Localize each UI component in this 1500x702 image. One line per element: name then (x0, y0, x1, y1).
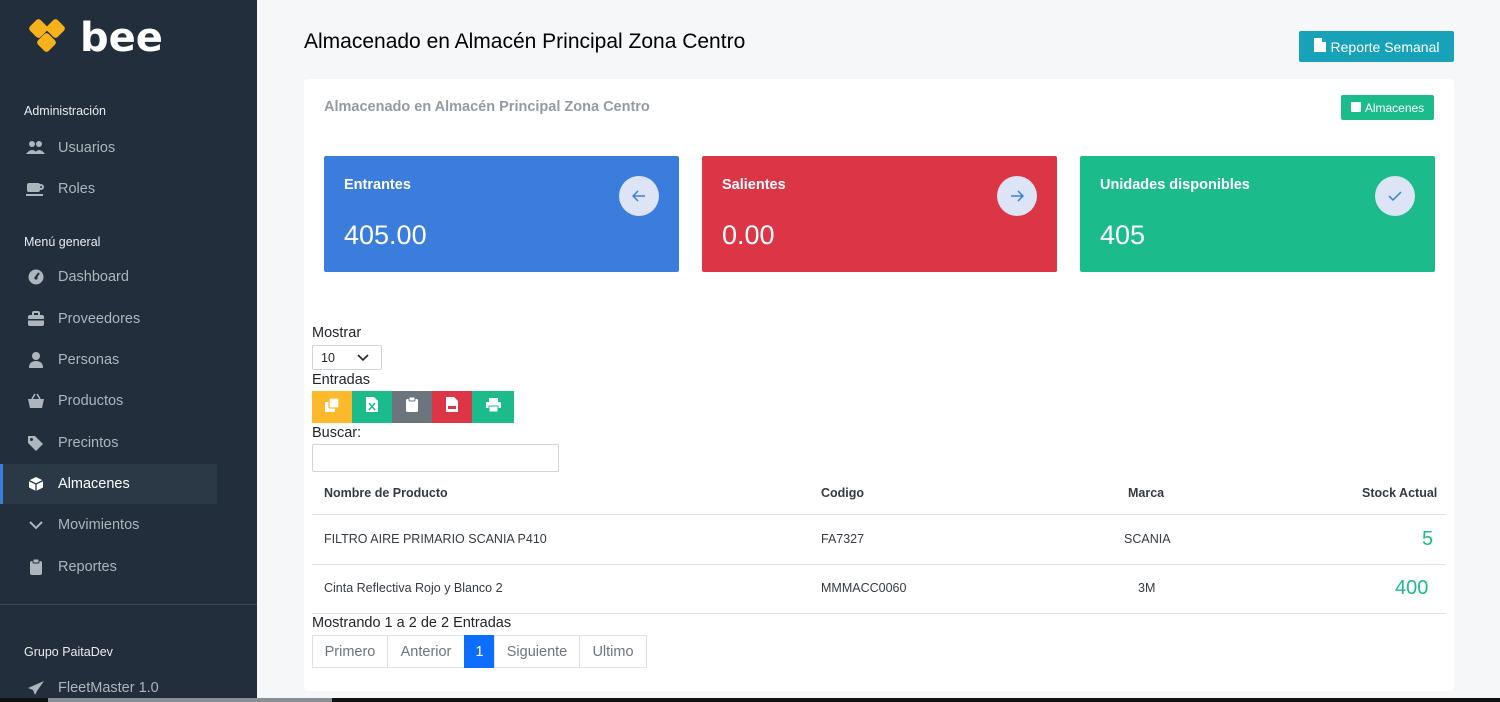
sidebar-item-movimientos[interactable]: Movimientos (0, 505, 257, 545)
chevron-down-icon (357, 351, 369, 365)
pdf-icon (446, 397, 458, 417)
sidebar: bee Administración Usuarios Roles Menú g… (0, 0, 257, 702)
bee-logo-icon (27, 17, 68, 58)
print-button[interactable] (472, 391, 514, 423)
sidebar-item-reportes[interactable]: Reportes (0, 547, 257, 587)
sidebar-item-label: Movimientos (58, 517, 140, 533)
page-size-select[interactable]: 10 (312, 345, 382, 370)
sidebar-item-proveedores[interactable]: Proveedores (0, 299, 257, 339)
page-title: Almacenado en Almacén Principal Zona Cen… (304, 30, 746, 53)
table-cell-codigo: FA7327 (821, 532, 865, 546)
sidebar-item-label: Dashboard (58, 269, 129, 285)
sidebar-item-label: Productos (58, 393, 124, 409)
pagination-previous[interactable]: Anterior (387, 635, 465, 668)
table-row-divider (312, 613, 1446, 614)
coffee-icon (26, 180, 46, 198)
column-header-codigo[interactable]: Codigo (821, 486, 864, 500)
stat-salientes: Salientes 0.00 (702, 156, 1057, 272)
stat-entrantes: Entrantes 405.00 (324, 156, 679, 272)
clipboard-button[interactable] (392, 391, 432, 423)
sidebar-header-grupo: Grupo PaitaDev (24, 645, 113, 659)
search-label: Buscar: (312, 425, 362, 441)
sidebar-item-label: Personas (58, 352, 120, 368)
pagination-page-1[interactable]: 1 (464, 635, 495, 668)
sidebar-item-label: Almacenes (58, 476, 130, 492)
table-info: Mostrando 1 a 2 de 2 Entradas (312, 615, 512, 631)
arrow-left-icon (619, 176, 659, 216)
stat-unidades-disponibles: Unidades disponibles 405 (1080, 156, 1435, 272)
table-cell-nombre: Cinta Reflectiva Rojo y Blanco 2 (324, 581, 503, 595)
file-pdf-icon (1313, 38, 1326, 55)
sidebar-item-label: Usuarios (58, 140, 116, 156)
sidebar-divider (0, 604, 257, 605)
tags-icon (26, 434, 46, 452)
card-title: Almacenado en Almacén Principal Zona Cen… (324, 99, 650, 115)
clipboard-icon (26, 558, 46, 576)
arrow-right-icon (997, 176, 1037, 216)
users-icon (26, 139, 46, 157)
sidebar-item-label: Proveedores (58, 311, 141, 327)
paper-plane-icon (26, 679, 46, 697)
export-button-group (312, 391, 514, 423)
pagination-first[interactable]: Primero (312, 635, 388, 668)
sidebar-item-usuarios[interactable]: Usuarios (0, 128, 257, 168)
sidebar-header-administracion: Administración (24, 104, 106, 118)
sidebar-item-roles[interactable]: Roles (0, 169, 257, 209)
entries-label: Entradas (312, 372, 371, 388)
sidebar-item-label: Roles (58, 181, 96, 197)
brand-logo[interactable]: bee (27, 15, 163, 61)
table-cell-marca: SCANIA (1124, 532, 1171, 546)
sidebar-item-personas[interactable]: Personas (0, 340, 257, 380)
sidebar-item-almacenes[interactable]: Almacenes (0, 464, 217, 504)
check-icon (1375, 176, 1415, 216)
excel-button[interactable] (352, 391, 392, 423)
chevron-down-icon (26, 516, 46, 534)
pdf-button[interactable] (432, 391, 472, 423)
gauge-icon (26, 268, 46, 286)
box-icon (26, 475, 46, 493)
search-input[interactable] (312, 444, 559, 472)
briefcase-icon (26, 310, 46, 328)
clipboard-icon (406, 396, 418, 417)
sidebar-item-label: Precintos (58, 435, 119, 451)
table-cell-stock: 5 (1422, 528, 1434, 550)
pagination-next[interactable]: Siguiente (494, 635, 580, 668)
taskbar-edge-highlight (48, 698, 332, 702)
weekly-report-button[interactable]: Reporte Semanal (1299, 31, 1454, 62)
sidebar-item-dashboard[interactable]: Dashboard (0, 257, 257, 297)
table-cell-nombre: FILTRO AIRE PRIMARIO SCANIA P410 (324, 532, 547, 546)
table-cell-marca: 3M (1138, 581, 1156, 595)
sidebar-item-label: Reportes (58, 559, 117, 575)
copy-button[interactable] (312, 391, 352, 423)
sidebar-item-precintos[interactable]: Precintos (0, 423, 257, 463)
stat-value: 405.00 (344, 220, 427, 250)
brand-name: bee (80, 15, 163, 61)
sidebar-header-menu-general: Menú general (24, 235, 101, 249)
column-header-nombre[interactable]: Nombre de Producto (324, 486, 448, 500)
table-header-divider (312, 514, 1446, 515)
box-icon (1350, 101, 1361, 115)
pagination: Primero Anterior 1 Siguiente Ultimo (312, 635, 647, 668)
column-header-marca[interactable]: Marca (1128, 486, 1164, 500)
table-cell-codigo: MMMACC0060 (821, 581, 907, 595)
excel-icon (366, 397, 378, 417)
sidebar-item-fleetmaster[interactable]: FleetMaster 1.0 (0, 668, 257, 702)
basket-icon (26, 392, 46, 410)
table-row-divider (312, 564, 1446, 565)
stat-value: 0.00 (722, 220, 775, 250)
stat-value: 405 (1100, 220, 1146, 250)
table-cell-stock: 400 (1395, 577, 1429, 599)
warehouses-button[interactable]: Almacenes (1341, 95, 1434, 120)
sidebar-item-label: FleetMaster 1.0 (58, 680, 159, 696)
copy-icon (325, 396, 340, 417)
sidebar-item-productos[interactable]: Productos (0, 381, 257, 421)
show-label: Mostrar (312, 325, 362, 341)
print-icon (485, 397, 501, 417)
column-header-stock[interactable]: Stock Actual (1362, 486, 1437, 500)
user-icon (26, 351, 46, 369)
pagination-last[interactable]: Ultimo (579, 635, 647, 668)
